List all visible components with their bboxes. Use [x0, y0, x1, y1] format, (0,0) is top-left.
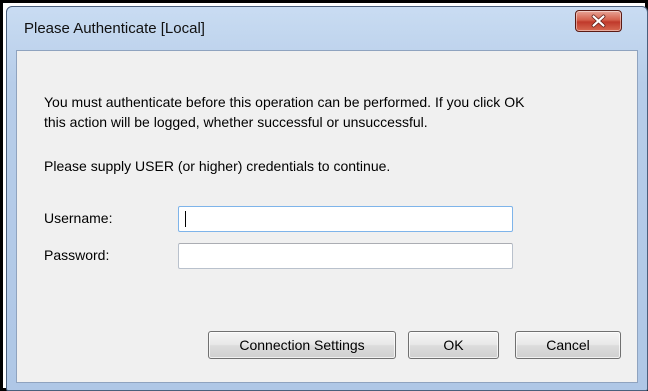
dialog-title: Please Authenticate [Local]: [24, 20, 205, 37]
text-caret: [185, 211, 186, 227]
cancel-button[interactable]: Cancel: [515, 331, 621, 359]
connection-settings-button[interactable]: Connection Settings: [208, 331, 396, 359]
password-field[interactable]: [178, 243, 513, 269]
ok-button[interactable]: OK: [408, 331, 499, 359]
close-button[interactable]: [575, 10, 622, 32]
close-icon: [591, 14, 606, 28]
dialog-body: You must authenticate before this operat…: [16, 50, 638, 383]
credentials-instruction: Please supply USER (or higher) credentia…: [44, 158, 391, 174]
title-bar[interactable]: Please Authenticate [Local]: [7, 7, 647, 50]
username-label: Username:: [44, 210, 113, 226]
message-line-1: You must authenticate before this operat…: [44, 94, 525, 110]
password-label: Password:: [44, 247, 110, 263]
authenticate-dialog: Please Authenticate [Local] You must aut…: [6, 6, 648, 391]
screenshot-frame: Please Authenticate [Local] You must aut…: [0, 0, 648, 391]
message-line-2: this action will be logged, whether succ…: [44, 114, 428, 130]
username-field[interactable]: [178, 206, 513, 232]
